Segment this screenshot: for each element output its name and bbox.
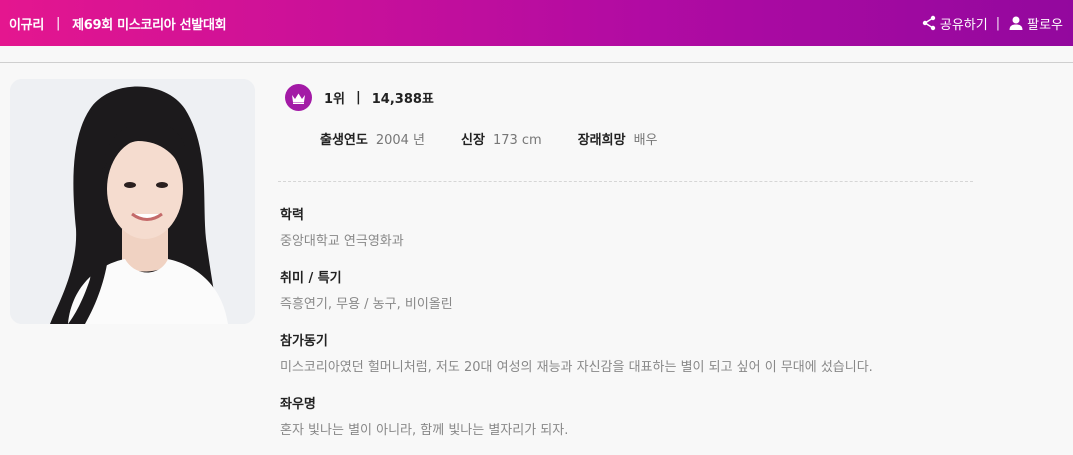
info-value: 2004 년	[375, 133, 426, 148]
section-hobby: 취미 / 특기 즉흥연기, 무용 / 농구, 비이올린	[280, 267, 453, 312]
section-body: 중앙대학교 연극영화과	[280, 234, 404, 249]
top-bar: 이규리 | 제69회 미스코리아 선발대회 공유하기 | 팔로우	[0, 0, 1073, 46]
info-label: 출생연도	[320, 133, 368, 148]
section-title: 좌우명	[280, 397, 316, 412]
vote-count: 14,388표	[371, 92, 434, 107]
section-body: 즉흥연기, 무용 / 농구, 비이올린	[280, 297, 453, 312]
section-title: 참가동기	[280, 334, 328, 349]
share-button[interactable]: 공유하기	[921, 14, 988, 33]
info-value: 173 cm	[492, 133, 542, 148]
section-motto: 좌우명 혼자 빛나는 별이 아니라, 함께 빛나는 별자리가 되자.	[280, 393, 568, 438]
crown-icon	[285, 84, 312, 111]
rank-row: 1위 | 14,388표	[285, 84, 434, 111]
follow-button[interactable]: 팔로우	[1008, 14, 1063, 33]
header-divider	[0, 62, 1073, 63]
share-label: 공유하기	[939, 17, 988, 33]
header-title: 이규리 | 제69회 미스코리아 선발대회	[9, 14, 227, 33]
info-birth-year: 출생연도 2004 년	[320, 129, 425, 148]
user-icon	[1008, 15, 1024, 31]
section-body: 미스코리아였던 헐머니처럼, 저도 20대 여성의 재능과 자신감을 대표하는 …	[280, 360, 873, 375]
section-title: 취미 / 특기	[280, 271, 342, 286]
section-education: 학력 중앙대학교 연극영화과	[280, 204, 404, 249]
section-divider	[278, 181, 973, 182]
info-value: 배우	[633, 133, 658, 148]
title-separator: |	[55, 15, 61, 31]
event-name: 제69회 미스코리아 선발대회	[72, 17, 227, 33]
info-label: 장래희망	[577, 133, 626, 148]
profile-photo	[10, 79, 255, 324]
section-motivation: 참가동기 미스코리아였던 헐머니처럼, 저도 20대 여성의 재능과 자신감을 …	[280, 330, 873, 375]
profile-info: 출생연도 2004 년 신장 173 cm 장래희망 배우	[320, 129, 693, 148]
follow-label: 팔로우	[1027, 17, 1063, 33]
rank-separator: |	[356, 90, 361, 105]
share-icon	[921, 15, 937, 31]
info-height: 신장 173 cm	[461, 129, 542, 148]
info-dream: 장래희망 배우	[578, 129, 658, 148]
info-label: 신장	[461, 133, 485, 148]
rank-value: 1위	[324, 92, 346, 107]
contestant-name: 이규리	[9, 17, 44, 33]
section-title: 학력	[280, 208, 304, 223]
section-body: 혼자 빛나는 별이 아니라, 함께 빛나는 별자리가 되자.	[280, 423, 569, 438]
button-separator: |	[995, 15, 1001, 31]
